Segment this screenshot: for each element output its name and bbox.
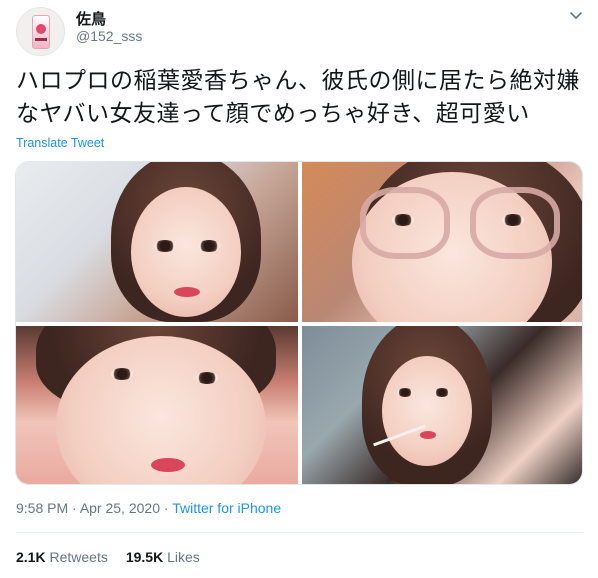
photo-1-lips	[174, 287, 200, 297]
likes-label: Likes	[167, 549, 200, 565]
photo-4-eye-right	[434, 388, 450, 397]
photo-3-eye-right	[196, 372, 218, 384]
photo-1-eye-right	[198, 240, 220, 252]
user-handle[interactable]: @152_sss	[76, 28, 142, 44]
retweets-label: Retweets	[49, 549, 108, 565]
retweets-stat[interactable]: 2.1K Retweets	[16, 549, 108, 565]
display-name[interactable]: 佐鳥	[76, 8, 106, 29]
photo-1-eye-left	[154, 240, 176, 252]
media-grid	[15, 161, 583, 485]
photo-3-lips	[151, 458, 185, 472]
likes-count: 19.5K	[125, 549, 164, 565]
photo-1[interactable]	[16, 162, 298, 322]
tweet-card: 佐鳥 @152_sss ハロプロの稲葉愛香ちゃん、彼氏の側に居たら絶対嫌なヤバい…	[0, 0, 598, 578]
photo-3-eye-left	[111, 368, 133, 380]
avatar-image	[32, 15, 50, 49]
photo-3[interactable]	[16, 326, 298, 484]
divider	[16, 532, 584, 533]
photo-4-eye-left	[397, 388, 413, 397]
translate-tweet-link[interactable]: Translate Tweet	[16, 136, 104, 150]
tweet-source-link[interactable]: Twitter for iPhone	[172, 500, 281, 516]
meta-separator: ·	[159, 500, 173, 516]
photo-4-lips	[420, 431, 436, 439]
photo-2-eye-left	[392, 214, 414, 226]
photo-4[interactable]	[302, 326, 582, 484]
tweet-time[interactable]: 9:58 PM	[16, 500, 68, 516]
tweet-date[interactable]: Apr 25, 2020	[80, 500, 160, 516]
photo-1-face	[131, 187, 241, 317]
tweet-stats: 2.1K Retweets 19.5K Likes	[16, 549, 200, 565]
meta-separator: ·	[68, 500, 80, 516]
avatar[interactable]	[16, 7, 65, 56]
photo-2[interactable]	[302, 162, 582, 322]
photo-2-eye-right	[502, 214, 524, 226]
likes-stat[interactable]: 19.5K Likes	[126, 549, 200, 565]
tweet-meta: 9:58 PM · Apr 25, 2020 · Twitter for iPh…	[16, 500, 281, 516]
tweet-text: ハロプロの稲葉愛香ちゃん、彼氏の側に居たら絶対嫌なヤバい女友達って顔でめっちゃ好…	[16, 67, 580, 126]
chevron-down-icon[interactable]	[566, 8, 586, 24]
photo-4-face	[382, 356, 472, 466]
retweets-count: 2.1K	[16, 549, 46, 565]
